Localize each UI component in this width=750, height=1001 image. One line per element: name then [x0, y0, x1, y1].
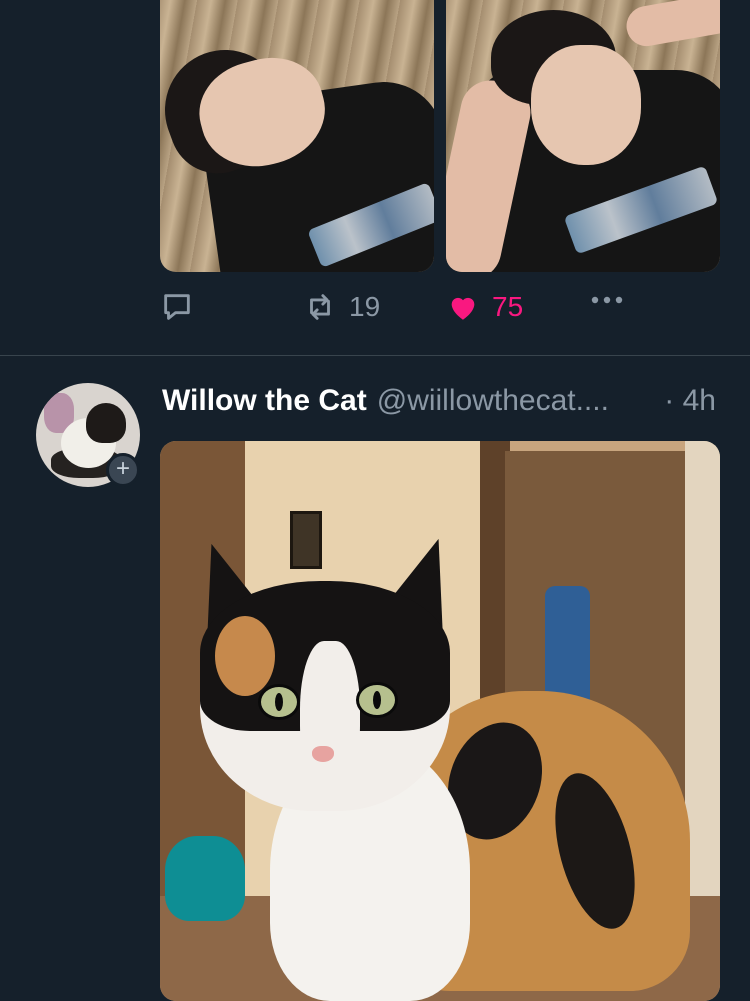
heart-icon: [446, 290, 480, 324]
tweet-photo-1[interactable]: [160, 0, 434, 272]
tweet-willow: + Willow the Cat @wiillowthecat.... · 4h: [0, 356, 750, 1001]
author-name[interactable]: Willow the Cat: [162, 384, 367, 418]
retweet-button[interactable]: 19: [303, 290, 380, 324]
follow-plus-button[interactable]: +: [106, 453, 140, 487]
tweet-photo-cat[interactable]: [160, 441, 720, 1001]
reply-icon: [160, 290, 194, 324]
tweet-actions: 19 75: [0, 290, 750, 334]
plus-icon: +: [115, 455, 130, 482]
retweet-count: 19: [349, 291, 381, 322]
tweet-timestamp[interactable]: · 4h: [664, 384, 716, 418]
tweet-photo-2[interactable]: [446, 0, 720, 272]
reply-button[interactable]: [160, 290, 206, 324]
like-button[interactable]: 75: [446, 290, 523, 324]
more-icon: [588, 290, 628, 310]
retweet-icon: [303, 290, 337, 324]
author-handle[interactable]: @wiillowthecat....: [377, 384, 609, 418]
tweet-header: Willow the Cat @wiillowthecat.... · 4h: [162, 384, 732, 424]
like-count: 75: [492, 291, 524, 322]
tweet-previous: 19 75: [0, 0, 750, 356]
more-button[interactable]: [588, 290, 628, 310]
